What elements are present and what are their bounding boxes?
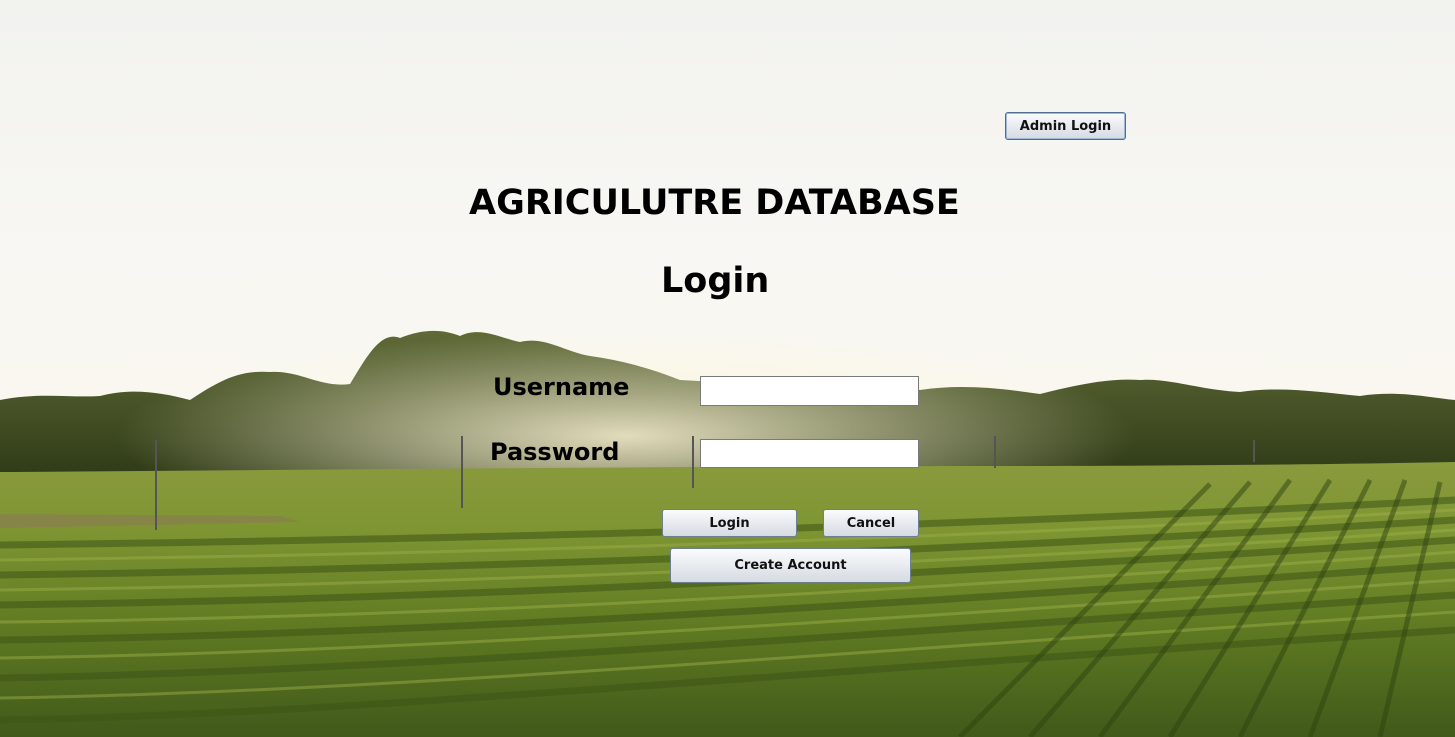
vineyard-background-image: [0, 0, 1455, 737]
login-button[interactable]: Login: [662, 509, 797, 537]
admin-login-button[interactable]: Admin Login: [1005, 112, 1126, 140]
cancel-button[interactable]: Cancel: [823, 509, 919, 537]
login-window: Admin Login AGRICULUTRE DATABASE Login U…: [0, 0, 1455, 737]
create-account-button[interactable]: Create Account: [670, 548, 911, 583]
password-label: Password: [490, 438, 620, 466]
username-input[interactable]: [700, 376, 919, 406]
app-title: AGRICULUTRE DATABASE: [469, 183, 960, 223]
login-heading: Login: [661, 261, 770, 301]
password-input[interactable]: [700, 439, 919, 468]
username-label: Username: [493, 373, 630, 401]
